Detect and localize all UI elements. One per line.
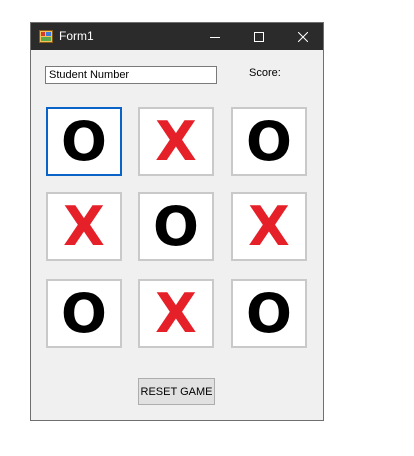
board-cell-1[interactable]: O	[46, 107, 122, 176]
student-number-input[interactable]	[45, 66, 217, 84]
board-cell-7[interactable]: O	[46, 279, 122, 348]
close-button[interactable]	[281, 23, 325, 50]
board-cell-9[interactable]: O	[231, 279, 307, 348]
board-cell-3[interactable]: O	[231, 107, 307, 176]
board-cell-2[interactable]: X	[138, 107, 214, 176]
maximize-button[interactable]	[237, 23, 281, 50]
close-icon	[298, 31, 308, 42]
board-cell-4[interactable]: X	[46, 192, 122, 261]
form1-window: Form1 Score: O X O X O X O X O RESET GAM…	[30, 22, 324, 421]
app-icon	[39, 30, 53, 43]
board-cell-5[interactable]: O	[138, 192, 214, 261]
window-title: Form1	[59, 29, 94, 43]
minimize-icon	[210, 36, 220, 38]
board-cell-6[interactable]: X	[231, 192, 307, 261]
reset-game-button[interactable]: RESET GAME	[138, 378, 215, 405]
maximize-icon	[254, 31, 264, 42]
title-bar[interactable]: Form1	[31, 23, 323, 50]
minimize-button[interactable]	[193, 23, 237, 50]
score-label: Score:	[249, 67, 281, 79]
board-cell-8[interactable]: X	[138, 279, 214, 348]
